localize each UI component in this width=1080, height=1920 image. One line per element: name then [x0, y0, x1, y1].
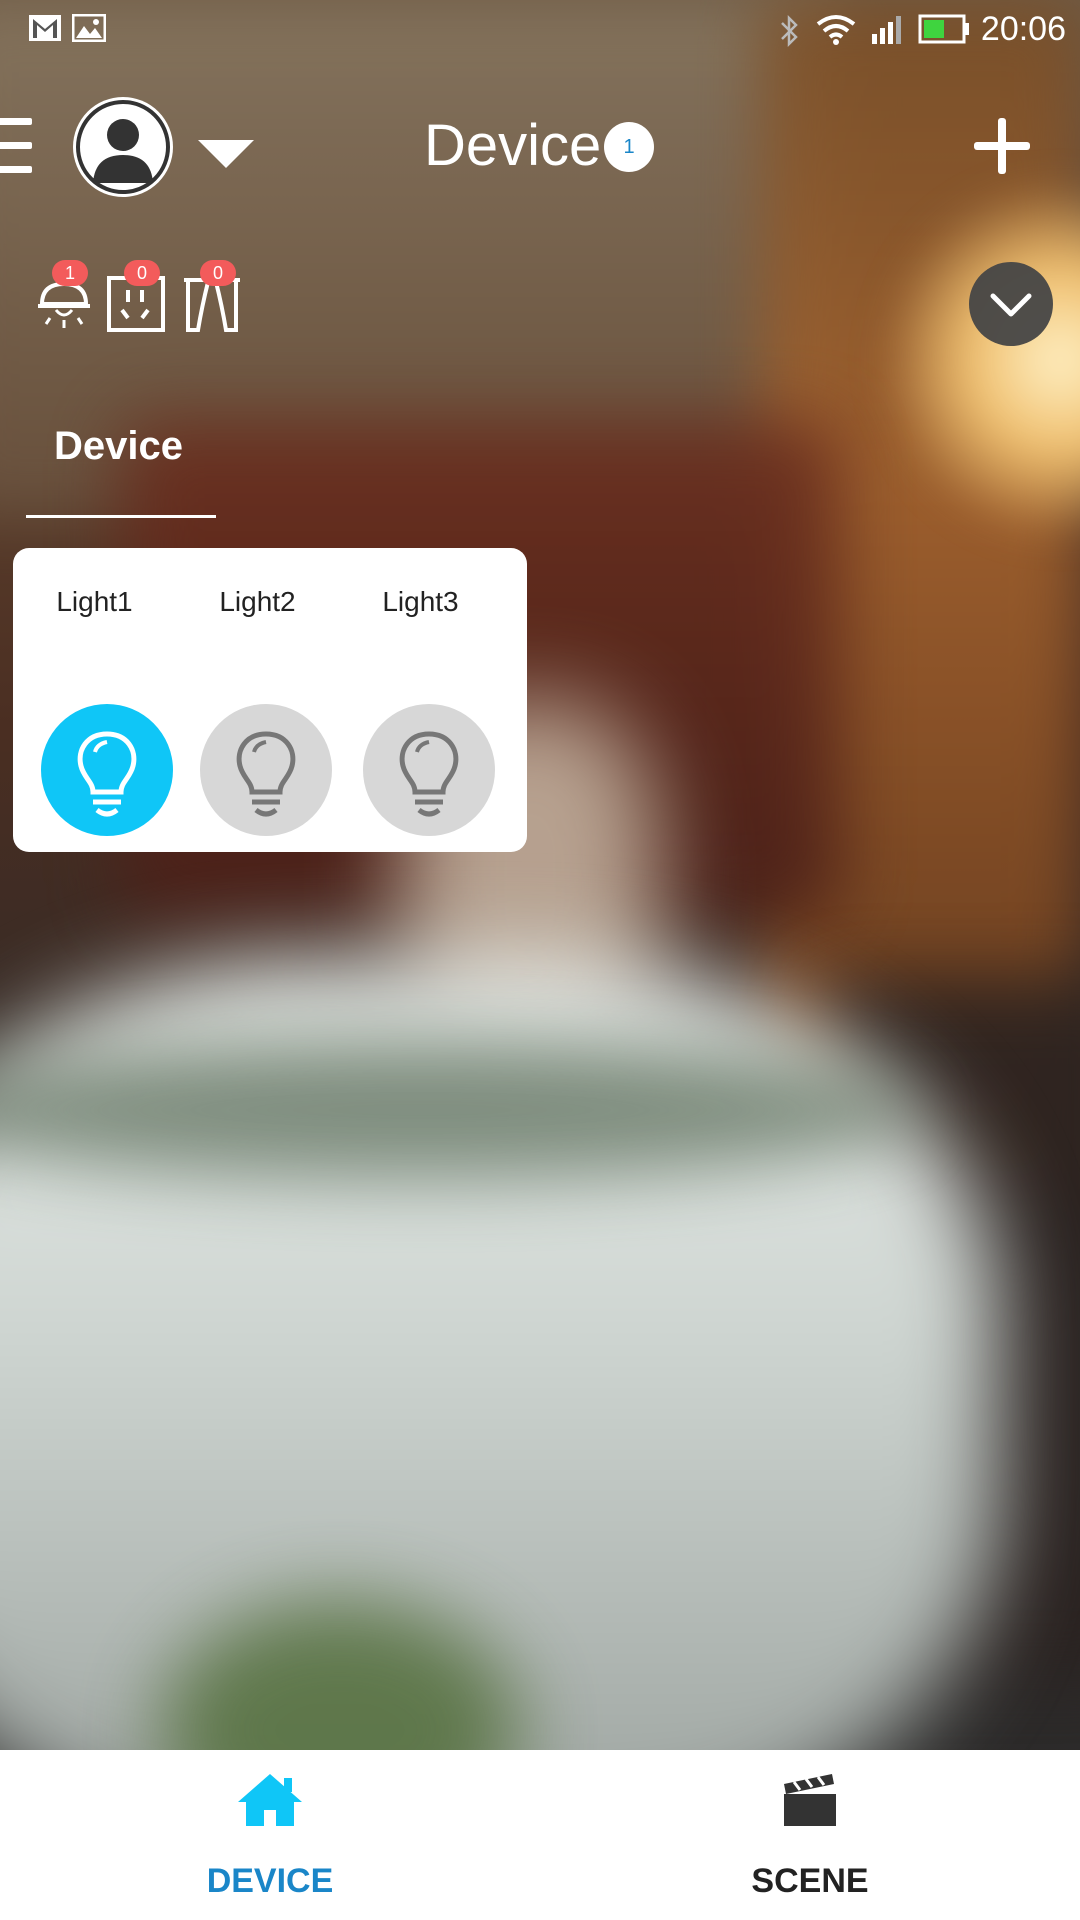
wifi-icon — [816, 15, 856, 45]
category-ceiling-light[interactable]: 1 — [34, 260, 94, 334]
device-card: Light1 Light2 Light3 — [13, 548, 527, 852]
category-count-badge: 0 — [124, 260, 160, 286]
avatar[interactable] — [73, 97, 173, 197]
device-name: Light3 — [382, 586, 459, 617]
nav-label: DEVICE — [206, 1862, 334, 1900]
device-light1: Light1 — [13, 548, 176, 852]
page-title: Device — [424, 113, 602, 178]
battery-icon — [918, 14, 969, 44]
light-bulb-icon — [399, 731, 459, 817]
light-bulb-icon — [236, 731, 296, 817]
device-light3: Light3 — [339, 548, 502, 852]
light-toggle-button[interactable] — [363, 704, 495, 836]
image-icon — [72, 14, 106, 42]
category-count-badge: 0 — [200, 260, 236, 286]
light-toggle-button[interactable] — [41, 704, 173, 836]
nav-device[interactable]: DEVICE — [0, 1750, 540, 1920]
category-curtain[interactable]: 0 — [182, 260, 242, 334]
chevron-down-icon[interactable] — [198, 140, 254, 168]
menu-icon[interactable] — [0, 118, 32, 178]
gmail-icon — [29, 15, 61, 41]
status-time: 20:06 — [980, 10, 1066, 48]
status-bar: 20:06 — [0, 0, 1080, 64]
device-name: Light2 — [219, 586, 296, 617]
add-device-button[interactable] — [974, 118, 1030, 174]
bottom-nav: DEVICE SCENE — [0, 1750, 1080, 1920]
title-badge: 1 — [604, 122, 654, 172]
tab-underline — [26, 515, 216, 518]
tab-device[interactable]: Device — [26, 400, 216, 518]
nav-scene[interactable]: SCENE — [540, 1750, 1080, 1920]
category-socket[interactable]: 0 — [106, 260, 166, 334]
device-light2: Light2 — [176, 548, 339, 852]
bluetooth-icon — [781, 14, 798, 48]
device-name: Light1 — [56, 586, 133, 617]
home-icon — [238, 1774, 302, 1826]
tab-label: Device — [54, 424, 183, 468]
clapperboard-icon — [784, 1774, 836, 1826]
category-count-badge: 1 — [52, 260, 88, 286]
light-toggle-button[interactable] — [200, 704, 332, 836]
light-bulb-icon — [77, 731, 137, 817]
signal-icon — [872, 16, 901, 44]
chevron-down-icon — [990, 293, 1032, 317]
nav-label: SCENE — [751, 1862, 869, 1900]
expand-categories-button[interactable] — [969, 262, 1053, 346]
